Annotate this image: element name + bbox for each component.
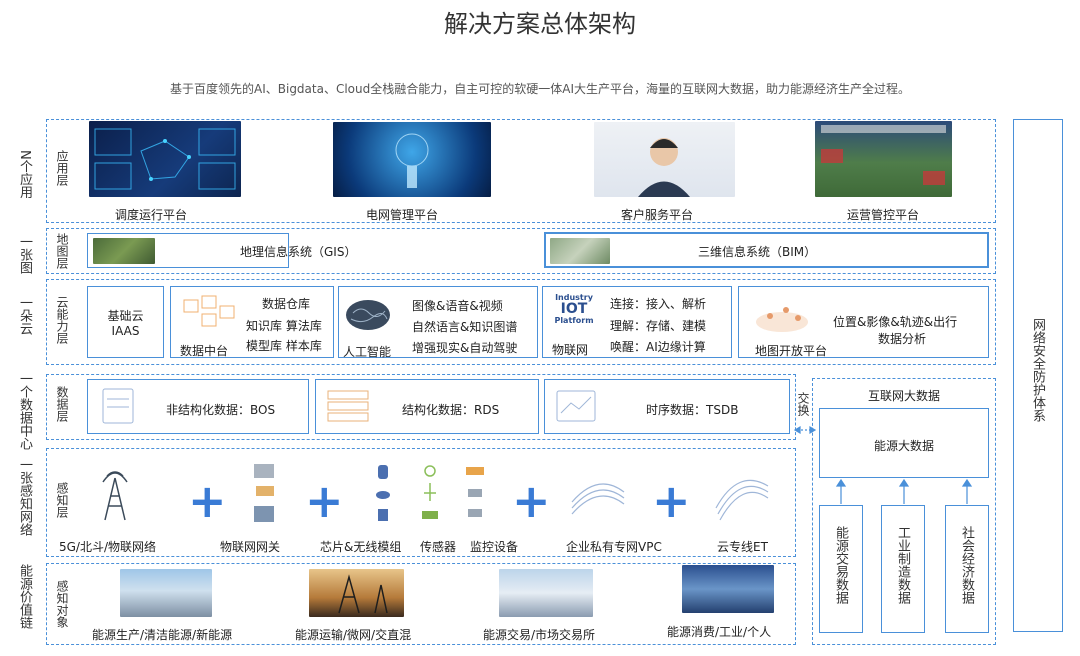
gateway-devices-icon [248,462,282,530]
app-layer-label: 应用层 [55,150,69,186]
energy-big-data-label: 能源大数据 [873,439,934,453]
data-cubes-icon [180,294,236,338]
row-label-apps: N个应用 [17,150,32,199]
chip-module-icon [374,463,394,529]
iot-line-3: 唤醒：AI边缘计算 [610,340,706,354]
sense-item-vpc: 企业私有专网VPC [566,540,662,554]
energy-production-image [120,569,212,617]
data-middle-line-2: 知识库 算法库 [246,319,322,333]
sense-item-sensor: 传感器 [420,540,457,554]
iot-line-2: 理解：存储、建模 [610,319,707,333]
gis-label: 地理信息系统（GIS） [240,245,357,259]
internet-big-data-title: 互联网大数据 [867,389,940,403]
energy-transport-image [309,569,404,617]
objects-layer-label: 感知对象 [55,580,69,628]
ai-label: 人工智能 [343,345,392,359]
data-middle-line-3: 模型库 样本库 [246,339,322,353]
row-label-valuechain: 能源价值链 [17,564,32,629]
row-label-map: 一张图 [17,235,32,274]
exchange-label: 交换 [796,392,810,416]
object-item-trading: 能源交易/市场交易所 [483,628,596,642]
plus-icon-4: + [652,474,691,528]
row-label-datacenter: 一个数据中心 [17,372,32,450]
rds-database-icon [322,385,374,431]
grid-management-image [333,122,491,197]
sense-item-chip: 芯片&无线模组 [320,540,402,554]
tsdb-label: 时序数据：TSDB [646,403,739,417]
sense-item-gateway: 物联网网关 [220,540,281,554]
ai-line-1: 图像&语音&视频 [412,299,503,313]
app-item-operations: 运营管控平台 [847,208,920,222]
iaas-line-2: IAAS [111,324,140,338]
iaas-line-1: 基础云 [107,309,144,323]
bim-image [550,238,610,264]
iot-line-1: 连接：接入、解析 [610,297,707,311]
ai-line-3: 增强现实&自动驾驶 [412,341,518,355]
cloud-layer-label: 云能力层 [55,296,69,344]
ai-line-2: 自然语言&知识图谱 [412,320,518,334]
antenna-tower-icon [95,470,135,528]
object-item-consumption: 能源消费/工业/个人 [667,625,772,639]
data-middle-label: 数据中台 [180,344,229,358]
object-item-transport: 能源运输/微网/交直混 [295,628,412,642]
camera-icon [464,463,488,529]
vpc-network-icon [568,472,628,526]
socioeconomic-data-label: 社会经济数据 [959,526,974,604]
plus-icon-1: + [188,474,227,528]
rds-label: 结构化数据：RDS [402,403,500,417]
iot-logo: Industry IOT Platform [550,293,598,326]
bos-server-icon [97,385,141,431]
page-subtitle: 基于百度领先的AI、Bigdata、Cloud全栈融合能力，自主可控的软硬一体A… [170,82,910,96]
app-item-grid: 电网管理平台 [366,208,439,222]
sense-item-network: 5G/北斗/物联网络 [59,540,157,554]
page-title: 解决方案总体架构 [444,10,636,38]
industrial-data-label: 工业制造数据 [895,526,910,604]
bim-label: 三维信息系统（BIM） [698,245,817,259]
customer-service-image [594,122,735,197]
map-platform-line-2: 数据分析 [878,332,927,346]
map-platform-line-1: 位置&影像&轨迹&出行 [833,315,958,329]
dedicated-line-icon [712,472,772,526]
app-item-customer: 客户服务平台 [621,208,694,222]
map-platform-label: 地图开放平台 [755,344,828,358]
app-item-dispatch: 调度运行平台 [115,208,188,222]
energy-consumption-image [682,565,774,613]
bos-label: 非结构化数据：BOS [166,403,276,417]
plus-icon-2: + [305,474,344,528]
plus-icon-3: + [512,474,551,528]
iot-logo-bottom: Platform [554,316,594,326]
security-label: 网络安全防护体系 [1030,318,1045,422]
dispatch-platform-image [89,121,241,197]
sense-layer-label: 感知层 [55,482,69,518]
brain-icon [343,297,393,339]
map-pin-icon [752,296,812,340]
energy-trading-data-label: 能源交易数据 [833,526,848,604]
tsdb-chart-icon [551,385,601,431]
row-label-cloud: 一朵云 [17,296,32,335]
sensor-icon [420,463,440,529]
upward-arrows [835,478,973,504]
sense-item-et: 云专线ET [717,540,768,554]
gis-image [93,238,155,264]
iot-logo-mid: IOT [560,301,588,318]
object-item-production: 能源生产/清洁能源/新能源 [92,628,233,642]
data-middle-line-1: 数据仓库 [262,297,311,311]
energy-trading-image [499,569,593,617]
map-layer-label: 地图层 [55,233,69,269]
data-layer-label: 数据层 [55,386,69,422]
iot-label: 物联网 [552,343,589,357]
row-label-sensenet: 一张感知网络 [17,458,32,536]
sense-item-monitor: 监控设备 [470,540,519,554]
operations-control-image [815,121,952,197]
